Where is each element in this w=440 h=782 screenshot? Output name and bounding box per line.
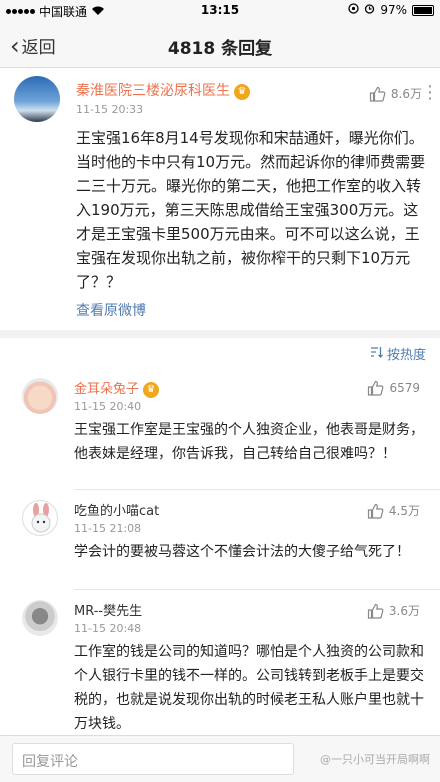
comment-text: 学会计的要被马蓉这个不懂会计法的大傻子给气死了！: [74, 544, 410, 560]
watermark: @一只小可当开局啊啊: [320, 753, 430, 766]
comment-time: 11-15 20:48: [74, 622, 142, 635]
vip-badge-icon: ♛: [234, 84, 250, 100]
author-name: MR--樊先生: [74, 604, 143, 619]
comment-text: 工作室的钱是公司的知道吗？哪怕是个人独资的公司款和个人银行卡里的钱不一样的。公司…: [74, 644, 424, 732]
comment-item: MR--樊先生 11-15 20:48 3.6万 工作室的钱是公司的知道吗？哪怕…: [0, 590, 440, 735]
nav-bar: ‹ 返回 4818 条回复: [0, 22, 440, 68]
sort-bar: 按热度: [0, 338, 440, 368]
like-button[interactable]: 8.6万: [369, 85, 422, 102]
like-count: 3.6万: [388, 604, 420, 618]
alarm-icon: [364, 3, 375, 17]
comment-item: 金耳朵兔子 ♛ 11-15 20:40 6579 王宝强工作室是王宝强的个人独资企…: [0, 368, 440, 490]
post-text: 王宝强16年8月14号发现你和宋喆通奸，曝光你们。当时他的卡中只有10万元。然而…: [76, 129, 426, 291]
thumbs-up-icon: [367, 603, 384, 619]
reply-bar: 回复评论 @一只小可当开局啊啊: [0, 735, 440, 782]
author-name: 吃鱼的小喵cat: [74, 504, 160, 519]
like-button[interactable]: 6579: [367, 380, 420, 396]
avatar[interactable]: [22, 600, 58, 636]
more-icon[interactable]: ⋮: [421, 82, 440, 103]
like-count: 6579: [389, 381, 420, 395]
post-time: 11-15 20:33: [76, 103, 144, 116]
avatar[interactable]: [22, 500, 58, 536]
battery-icon: [412, 4, 434, 16]
like-button[interactable]: 3.6万: [367, 602, 420, 619]
thumbs-up-icon: [367, 380, 384, 396]
vip-badge-icon: ♛: [143, 382, 160, 398]
avatar[interactable]: [22, 378, 58, 414]
post-author[interactable]: 秦淮医院三楼泌尿科医生 ♛: [76, 80, 250, 100]
battery-percent: 97%: [380, 3, 407, 17]
like-button[interactable]: 4.5万: [367, 502, 420, 519]
like-count: 8.6万: [390, 87, 422, 101]
comment-item: 吃鱼的小喵cat 11-15 21:08 4.5万 学会计的要被马蓉这个不懂会计…: [0, 490, 440, 590]
comment-time: 11-15 21:08: [74, 522, 142, 535]
view-original-link[interactable]: 查看原微博: [76, 300, 146, 320]
page-title: 4818 条回复: [167, 39, 273, 59]
thumbs-up-icon: [369, 86, 386, 102]
author-name: 秦淮医院三楼泌尿科医生: [76, 83, 230, 99]
status-bar: 中国联通 13:15 97%: [0, 0, 440, 22]
avatar[interactable]: [14, 76, 60, 122]
sort-button[interactable]: 按热度: [370, 344, 426, 363]
comment-author[interactable]: 金耳朵兔子 ♛: [74, 378, 160, 398]
comment-time: 11-15 20:40: [74, 400, 142, 413]
reply-input[interactable]: 回复评论: [12, 743, 294, 775]
sort-icon: [370, 346, 383, 362]
comment-text: 王宝强工作室是王宝强的个人独资企业，他表哥是财务，他表妹是经理，你告诉我，自己转…: [74, 422, 424, 462]
main-post: 秦淮医院三楼泌尿科医生 ♛ 11-15 20:33 8.6万 ⋮ 王宝强16年8月…: [0, 68, 440, 330]
location-icon: [348, 3, 359, 17]
author-name: 金耳朵兔子: [74, 382, 140, 397]
comment-author[interactable]: MR--樊先生: [74, 600, 142, 619]
thumbs-up-icon: [367, 503, 384, 519]
like-count: 4.5万: [388, 504, 420, 518]
comment-author[interactable]: 吃鱼的小喵cat: [74, 500, 159, 519]
sort-label: 按热度: [386, 348, 426, 363]
